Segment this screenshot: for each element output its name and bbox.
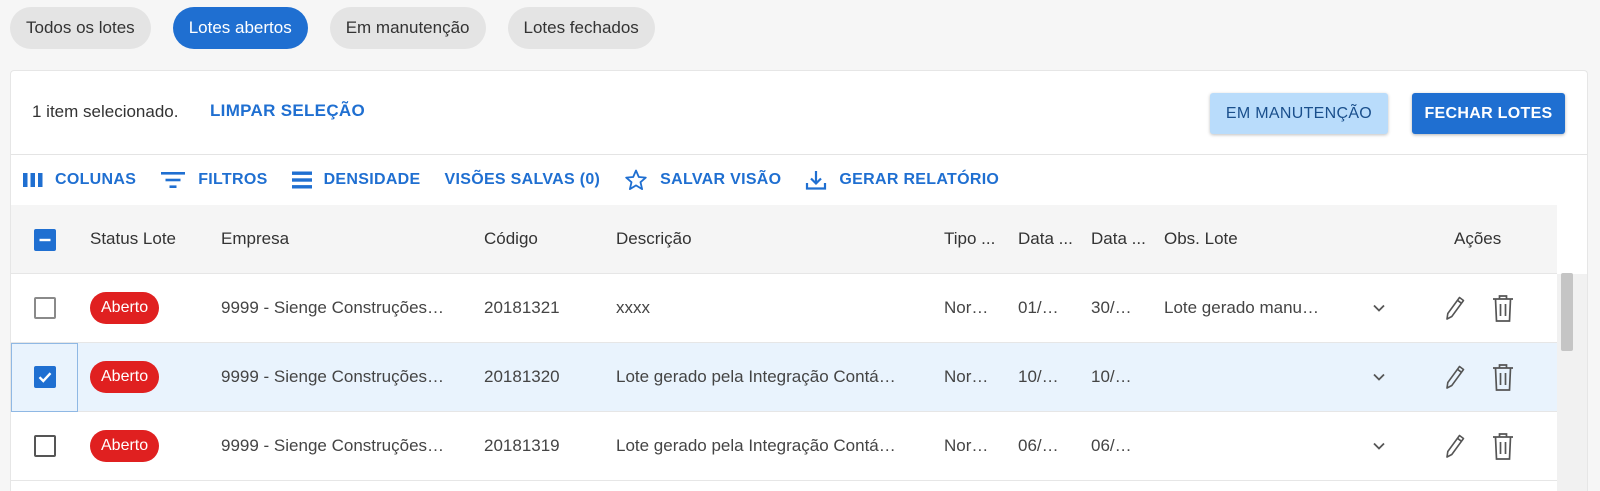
em-manutencao-button[interactable]: EM MANUTENÇÃO — [1210, 93, 1388, 134]
save-view-button[interactable]: SALVAR VISÃO — [624, 168, 781, 192]
cell-codigo: 20181319 — [484, 436, 560, 455]
row-checkbox[interactable] — [34, 297, 56, 319]
cell-tipo: Nor… — [944, 367, 989, 386]
columns-icon — [23, 173, 43, 187]
cell-empresa: 9999 - Sienge Construções… — [221, 298, 445, 317]
status-badge: Aberto — [90, 430, 160, 462]
header-codigo[interactable]: Código — [484, 229, 538, 249]
header-data-1[interactable]: Data ... — [1018, 229, 1073, 249]
pencil-icon[interactable] — [1442, 432, 1466, 460]
filters-label: FILTROS — [198, 171, 268, 188]
save-view-label: SALVAR VISÃO — [660, 171, 782, 188]
table-scrollbar-thumb[interactable] — [1561, 273, 1573, 351]
chevron-down-icon[interactable] — [1372, 441, 1386, 451]
tab-bar: Todos os lotes Lotes abertos Em manutenç… — [10, 7, 677, 49]
clear-selection-link[interactable]: LIMPAR SELEÇÃO — [210, 101, 365, 121]
grid-toolbar: COLUNAS FILTROS DENSIDADE VISÕES SALVAS … — [11, 155, 1587, 205]
cell-data-1: 01/… — [1018, 298, 1059, 317]
chevron-down-icon[interactable] — [1372, 372, 1386, 382]
columns-button[interactable]: COLUNAS — [23, 171, 136, 189]
selection-bar: 1 item selecionado. LIMPAR SELEÇÃO EM MA… — [11, 71, 1587, 155]
fechar-lotes-button[interactable]: FECHAR LOTES — [1412, 93, 1565, 134]
saved-views-button[interactable]: VISÕES SALVAS (0) — [445, 171, 601, 189]
cell-tipo: Nor… — [944, 298, 989, 317]
table-row[interactable]: Aberto 9999 - Sienge Construções… 201813… — [11, 412, 1557, 481]
cell-data-2: 06/… — [1091, 436, 1132, 455]
generate-report-button[interactable]: GERAR RELATÓRIO — [805, 169, 999, 191]
tab-em-manutencao[interactable]: Em manutenção — [329, 7, 486, 49]
row-checkbox[interactable] — [34, 366, 56, 388]
chevron-down-icon[interactable] — [1372, 303, 1386, 313]
row-checkbox[interactable] — [34, 435, 56, 457]
minus-icon — [39, 238, 51, 242]
pencil-icon[interactable] — [1442, 294, 1466, 322]
cell-data-2: 30/… — [1091, 298, 1132, 317]
select-all-checkbox[interactable] — [34, 229, 56, 251]
status-badge: Aberto — [90, 361, 160, 393]
cell-descricao: Lote gerado pela Integração Contá… — [616, 367, 896, 386]
trash-icon[interactable] — [1491, 362, 1515, 392]
cell-data-1: 06/… — [1018, 436, 1059, 455]
header-acoes: Ações — [1454, 229, 1502, 248]
cell-data-2: 10/… — [1091, 367, 1132, 386]
density-icon — [291, 171, 312, 189]
tab-todos-os-lotes[interactable]: Todos os lotes — [10, 7, 151, 49]
cell-tipo: Nor… — [944, 436, 989, 455]
cell-empresa: 9999 - Sienge Construções… — [221, 367, 445, 386]
download-icon — [806, 171, 827, 190]
density-button[interactable]: DENSIDADE — [291, 171, 421, 189]
header-status[interactable]: Status Lote — [90, 229, 176, 249]
table-row[interactable]: Aberto 9999 - Sienge Construções… 201813… — [11, 274, 1557, 343]
lotes-card: 1 item selecionado. LIMPAR SELEÇÃO EM MA… — [10, 70, 1588, 491]
generate-report-label: GERAR RELATÓRIO — [839, 171, 1000, 188]
cell-descricao: xxxx — [616, 298, 650, 317]
header-tipo[interactable]: Tipo ... — [944, 229, 995, 249]
status-badge: Aberto — [90, 292, 160, 324]
star-icon — [625, 169, 647, 190]
header-descricao[interactable]: Descrição — [616, 229, 692, 249]
cell-obs: Lote gerado manu… — [1164, 298, 1319, 317]
header-empresa[interactable]: Empresa — [221, 229, 289, 249]
density-label: DENSIDADE — [323, 171, 421, 188]
filters-button[interactable]: FILTROS — [160, 171, 267, 189]
cell-codigo: 20181320 — [484, 367, 560, 386]
cell-codigo: 20181321 — [484, 298, 560, 317]
filter-icon — [161, 172, 186, 188]
cell-data-1: 10/… — [1018, 367, 1059, 386]
trash-icon[interactable] — [1491, 293, 1515, 323]
selection-count: 1 item selecionado. — [32, 102, 179, 121]
cell-descricao: Lote gerado pela Integração Contá… — [616, 436, 896, 455]
header-data-2[interactable]: Data ... — [1091, 229, 1146, 249]
pencil-icon[interactable] — [1442, 363, 1466, 391]
tab-lotes-abertos[interactable]: Lotes abertos — [172, 7, 308, 49]
header-obs[interactable]: Obs. Lote — [1164, 229, 1238, 249]
table-header: Status Lote Empresa Código Descrição Tip… — [11, 205, 1557, 274]
saved-views-label: VISÕES SALVAS (0) — [444, 171, 601, 188]
tab-lotes-fechados[interactable]: Lotes fechados — [507, 7, 655, 49]
columns-label: COLUNAS — [55, 171, 137, 188]
trash-icon[interactable] — [1491, 431, 1515, 461]
check-icon — [38, 372, 52, 383]
cell-empresa: 9999 - Sienge Construções… — [221, 436, 445, 455]
table-row-selected[interactable]: Aberto 9999 - Sienge Construções… 201813… — [11, 343, 1557, 412]
